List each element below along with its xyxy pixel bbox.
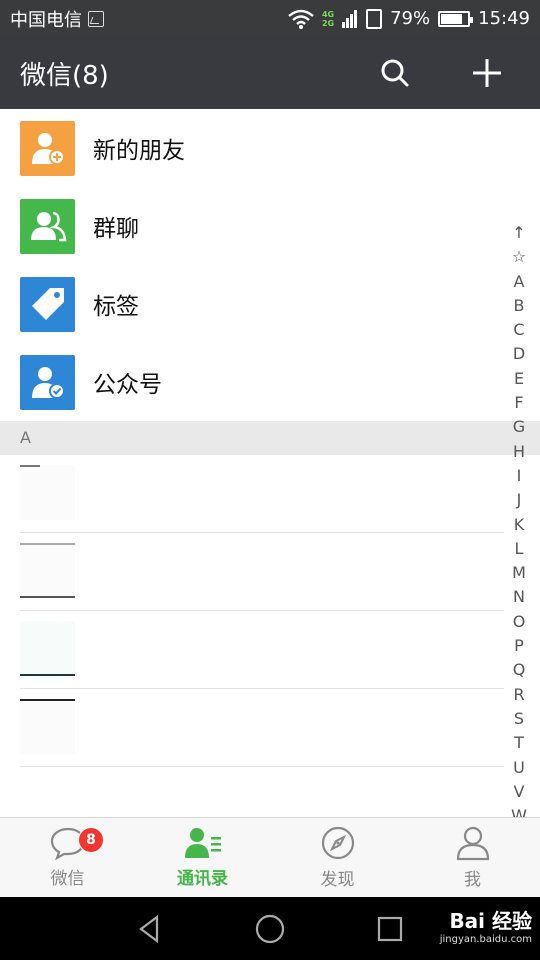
new-friends-item[interactable]: 新的朋友 — [0, 109, 540, 187]
official-account-icon — [20, 354, 75, 410]
battery-icon — [438, 10, 474, 27]
tab-discover-label: 发现 — [320, 870, 355, 890]
group-chats-label: 群聊 — [93, 216, 139, 242]
contacts-icon — [184, 828, 221, 858]
image-notification-icon — [88, 10, 104, 27]
index-letter[interactable]: T — [514, 731, 524, 755]
index-letter[interactable]: D — [513, 342, 525, 366]
wifi-icon — [288, 9, 314, 29]
recents-square-icon — [377, 916, 403, 941]
tags-label: 标签 — [93, 294, 139, 320]
index-letter[interactable]: U — [513, 756, 525, 780]
contacts-list: 新的朋友 群聊 标签 公众号 A ↑ ☆ A B C D E F G H I J… — [0, 109, 540, 817]
home-circle-icon — [255, 914, 285, 943]
add-friend-icon — [20, 120, 75, 176]
tab-chats-label: 微信 — [50, 869, 85, 889]
avatar — [20, 465, 75, 520]
official-accounts-label: 公众号 — [93, 372, 162, 398]
index-letter[interactable]: R — [513, 683, 524, 707]
page-title: 微信(8) — [20, 60, 109, 91]
plus-icon — [473, 59, 501, 87]
back-button[interactable] — [100, 897, 200, 960]
recents-button[interactable] — [340, 897, 440, 960]
network-type: 4G 2G — [322, 10, 334, 28]
network-top: 4G — [321, 9, 335, 19]
index-letter[interactable]: A — [514, 270, 525, 294]
index-letter[interactable]: M — [512, 561, 526, 585]
profile-icon — [456, 826, 489, 861]
index-letter[interactable]: ↑ — [512, 221, 525, 245]
tab-me[interactable]: 我 — [405, 818, 540, 897]
search-button[interactable] — [378, 56, 412, 90]
carrier-label: 中国电信 — [10, 9, 82, 31]
signal-icon — [342, 9, 358, 28]
index-letter[interactable]: P — [514, 634, 524, 658]
index-letter[interactable]: W — [511, 804, 527, 817]
title-bar: 微信(8) — [0, 37, 540, 109]
tab-discover[interactable]: 发现 — [270, 818, 405, 897]
alphabet-index-bar[interactable]: ↑☆ABCDEFGHIJKLMNOPQRSTUVWXYZ# — [506, 221, 532, 817]
group-chats-item[interactable]: 群聊 — [0, 187, 540, 265]
index-letter[interactable]: I — [517, 464, 522, 488]
baidu-jingyan-watermark: Bai 经验 jingyan.baidu.com — [440, 905, 532, 945]
search-icon — [381, 59, 409, 87]
avatar — [20, 699, 75, 754]
contact-row[interactable] — [20, 611, 504, 689]
index-letter[interactable]: Q — [513, 658, 526, 682]
section-header-a: A — [0, 421, 540, 455]
index-letter[interactable]: H — [513, 440, 525, 464]
contact-row[interactable] — [20, 533, 504, 611]
index-letter[interactable]: L — [515, 537, 524, 561]
tab-me-label: 我 — [464, 870, 481, 890]
watermark-main: Bai 经验 — [449, 909, 532, 933]
tab-contacts-label: 通讯录 — [177, 869, 228, 889]
index-letter[interactable]: E — [514, 367, 524, 391]
index-letter[interactable]: ☆ — [512, 245, 526, 269]
tab-contacts[interactable]: 通讯录 — [135, 818, 270, 897]
index-letter[interactable]: V — [514, 780, 525, 804]
unread-badge: 8 — [78, 827, 104, 853]
index-letter[interactable]: O — [513, 610, 526, 634]
index-letter[interactable]: G — [513, 415, 525, 439]
contact-row[interactable] — [20, 455, 504, 533]
avatar — [20, 543, 75, 598]
battery-percent: 79% — [390, 8, 431, 29]
index-letter[interactable]: J — [517, 488, 522, 512]
home-button[interactable] — [220, 897, 320, 960]
group-icon — [20, 198, 75, 254]
bottom-tab-bar: 8 微信 通讯录 发现 我 — [0, 817, 540, 897]
watermark-sub: jingyan.baidu.com — [439, 934, 532, 945]
index-letter[interactable]: B — [514, 294, 525, 318]
status-bar: 中国电信 4G 2G 79% 15:49 — [0, 0, 540, 37]
tab-chats[interactable]: 8 微信 — [0, 818, 135, 897]
new-friends-label: 新的朋友 — [93, 138, 185, 164]
back-triangle-icon — [139, 914, 159, 943]
tag-icon — [20, 276, 75, 332]
index-letter[interactable]: C — [513, 318, 524, 342]
index-letter[interactable]: K — [514, 513, 525, 537]
sim-card-icon — [366, 8, 383, 29]
contact-row[interactable] — [20, 689, 504, 767]
network-bottom: 2G — [321, 18, 335, 28]
official-accounts-item[interactable]: 公众号 — [0, 343, 540, 421]
tags-item[interactable]: 标签 — [0, 265, 540, 343]
index-letter[interactable]: S — [514, 707, 524, 731]
add-button[interactable] — [470, 56, 504, 90]
compass-icon — [321, 826, 354, 860]
clock: 15:49 — [478, 8, 530, 29]
index-letter[interactable]: F — [514, 391, 523, 415]
avatar — [20, 621, 75, 676]
index-letter[interactable]: N — [513, 585, 525, 609]
